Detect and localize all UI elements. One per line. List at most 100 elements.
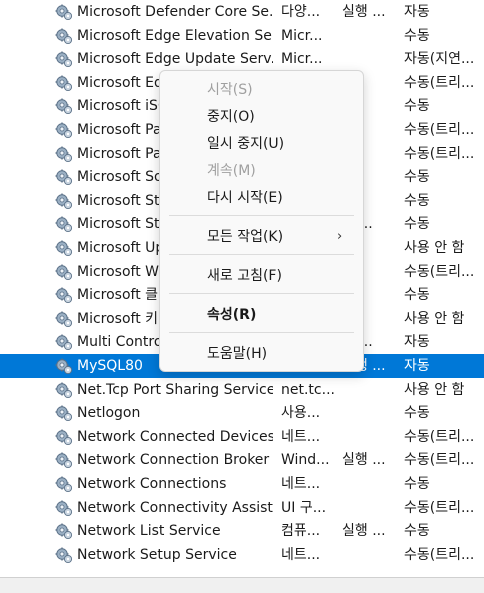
service-startup-type: 자동 — [404, 4, 430, 20]
gear-service-icon — [55, 475, 73, 493]
gear-service-icon — [55, 310, 73, 328]
gear-service-icon — [55, 404, 73, 422]
gear-service-icon — [55, 168, 73, 186]
service-startup-type: 수동 — [404, 216, 430, 233]
service-startup-type: 수동 — [404, 192, 430, 209]
service-name: Microsoft Edge Elevation Se... — [77, 27, 273, 44]
service-startup-type: 수동 — [404, 27, 430, 44]
gear-service-icon — [55, 215, 73, 233]
menu-separator — [169, 293, 354, 294]
menu-item-restart-label: 다시 시작(E) — [207, 190, 283, 206]
menu-separator — [169, 215, 354, 216]
menu-item-resume[interactable]: 계속(M) — [160, 159, 363, 183]
menu-item-all-tasks-label: 모든 작업(K) — [207, 229, 284, 245]
menu-item-stop-label: 중지(O) — [207, 109, 255, 125]
gear-service-icon — [55, 74, 73, 92]
menu-item-properties[interactable]: 속성(R) — [160, 303, 363, 327]
service-startup-type: 수동 — [404, 98, 430, 115]
gear-service-icon — [55, 145, 73, 163]
status-bar — [0, 577, 484, 593]
menu-item-help[interactable]: 도움말(H) — [160, 342, 363, 366]
service-name: Network Setup Service — [77, 546, 237, 563]
service-description: 사용... — [281, 405, 321, 422]
service-startup-type: 수동(트리... — [404, 145, 475, 162]
service-status: 실행 ... — [342, 452, 386, 469]
service-startup-type: 자동 — [404, 334, 430, 351]
menu-separator — [169, 332, 354, 333]
service-startup-type: 수동(트리... — [404, 263, 475, 280]
service-row[interactable]: Microsoft Defender Core Se... 다양... 실행 ...… — [0, 0, 484, 24]
service-description: Wind... — [281, 452, 330, 469]
gear-service-icon — [55, 546, 73, 564]
service-startup-type: 수동(트리... — [404, 452, 475, 469]
service-startup-type: 자동(지연... — [404, 51, 475, 68]
service-row[interactable]: Network Connections 네트... 수동 — [0, 472, 484, 496]
gear-service-icon — [55, 121, 73, 139]
menu-separator — [169, 254, 354, 255]
service-description: 네트... — [281, 428, 321, 445]
service-status: 실행 ... — [342, 4, 386, 20]
menu-item-start[interactable]: 시작(S) — [160, 78, 363, 102]
service-name: Network Connection Broker — [77, 452, 270, 469]
service-startup-type: 사용 안 함 — [404, 310, 465, 327]
menu-item-pause[interactable]: 일시 중지(U) — [160, 132, 363, 156]
menu-item-resume-label: 계속(M) — [207, 163, 256, 179]
menu-item-properties-label: 속성(R) — [207, 307, 257, 323]
service-name: Network Connectivity Assist... — [77, 499, 273, 516]
service-status: 실행 ... — [342, 523, 386, 540]
gear-service-icon — [55, 239, 73, 257]
menu-item-restart[interactable]: 다시 시작(E) — [160, 186, 363, 210]
service-startup-type: 수동(트리... — [404, 428, 475, 445]
gear-service-icon — [55, 381, 73, 399]
service-name: Network List Service — [77, 523, 221, 540]
service-name: Netlogon — [77, 405, 141, 422]
service-startup-type: 수동(트리... — [404, 74, 475, 91]
service-startup-type: 수동(트리... — [404, 546, 475, 563]
service-description: Micr... — [281, 51, 323, 68]
menu-item-help-label: 도움말(H) — [207, 346, 268, 362]
menu-item-refresh-label: 새로 고침(F) — [207, 268, 282, 284]
service-row[interactable]: Microsoft Edge Elevation Se... Micr... 수동 — [0, 24, 484, 48]
submenu-arrow-icon: › — [337, 229, 343, 244]
menu-item-stop[interactable]: 중지(O) — [160, 105, 363, 129]
service-description: UI 구... — [281, 499, 327, 516]
gear-service-icon — [55, 50, 73, 68]
service-row[interactable]: Network Connected Devices... 네트... 수동(트리..… — [0, 425, 484, 449]
service-name: Net.Tcp Port Sharing Service — [77, 381, 273, 398]
service-row[interactable]: Microsoft Edge Update Serv... Micr... 자동(지… — [0, 47, 484, 71]
menu-item-all-tasks[interactable]: 모든 작업(K) › — [160, 225, 363, 249]
service-name: Microsoft Edge Update Serv... — [77, 51, 273, 68]
service-row[interactable]: Network List Service 컴퓨... 실행 ... 수동 — [0, 519, 484, 543]
service-startup-type: 수동 — [404, 523, 430, 540]
service-description: 네트... — [281, 546, 321, 563]
service-description: Micr... — [281, 27, 323, 44]
gear-service-icon — [55, 428, 73, 446]
service-startup-type: 수동 — [404, 405, 430, 422]
service-row[interactable]: Network Connection Broker Wind... 실행 ... 수동… — [0, 448, 484, 472]
gear-service-icon — [55, 357, 73, 375]
gear-service-icon — [55, 263, 73, 281]
menu-item-refresh[interactable]: 새로 고침(F) — [160, 264, 363, 288]
gear-service-icon — [55, 286, 73, 304]
gear-service-icon — [55, 3, 73, 21]
gear-service-icon — [55, 97, 73, 115]
service-startup-type: 자동 — [404, 358, 430, 374]
service-startup-type: 수동(트리... — [404, 499, 475, 516]
service-description: net.tc... — [281, 381, 335, 398]
gear-service-icon — [55, 522, 73, 540]
service-name: Microsoft Defender Core Se... — [77, 4, 273, 20]
service-startup-type: 수동 — [404, 476, 430, 492]
service-startup-type: 사용 안 함 — [404, 240, 465, 256]
service-row[interactable]: Network Setup Service 네트... 수동(트리... — [0, 543, 484, 567]
service-row[interactable]: Network Connectivity Assist... UI 구... 수동(… — [0, 496, 484, 520]
gear-service-icon — [55, 333, 73, 351]
service-row[interactable]: Net.Tcp Port Sharing Service net.tc... 사용 … — [0, 378, 484, 402]
service-description: 네트... — [281, 476, 321, 492]
service-row[interactable]: Netlogon 사용... 수동 — [0, 401, 484, 425]
service-description: 컴퓨... — [281, 523, 321, 540]
service-startup-type: 수동(트리... — [404, 122, 475, 138]
service-description: 다양... — [281, 4, 321, 20]
service-startup-type: 수동 — [404, 169, 430, 186]
gear-service-icon — [55, 499, 73, 517]
service-name: Network Connections — [77, 476, 227, 492]
